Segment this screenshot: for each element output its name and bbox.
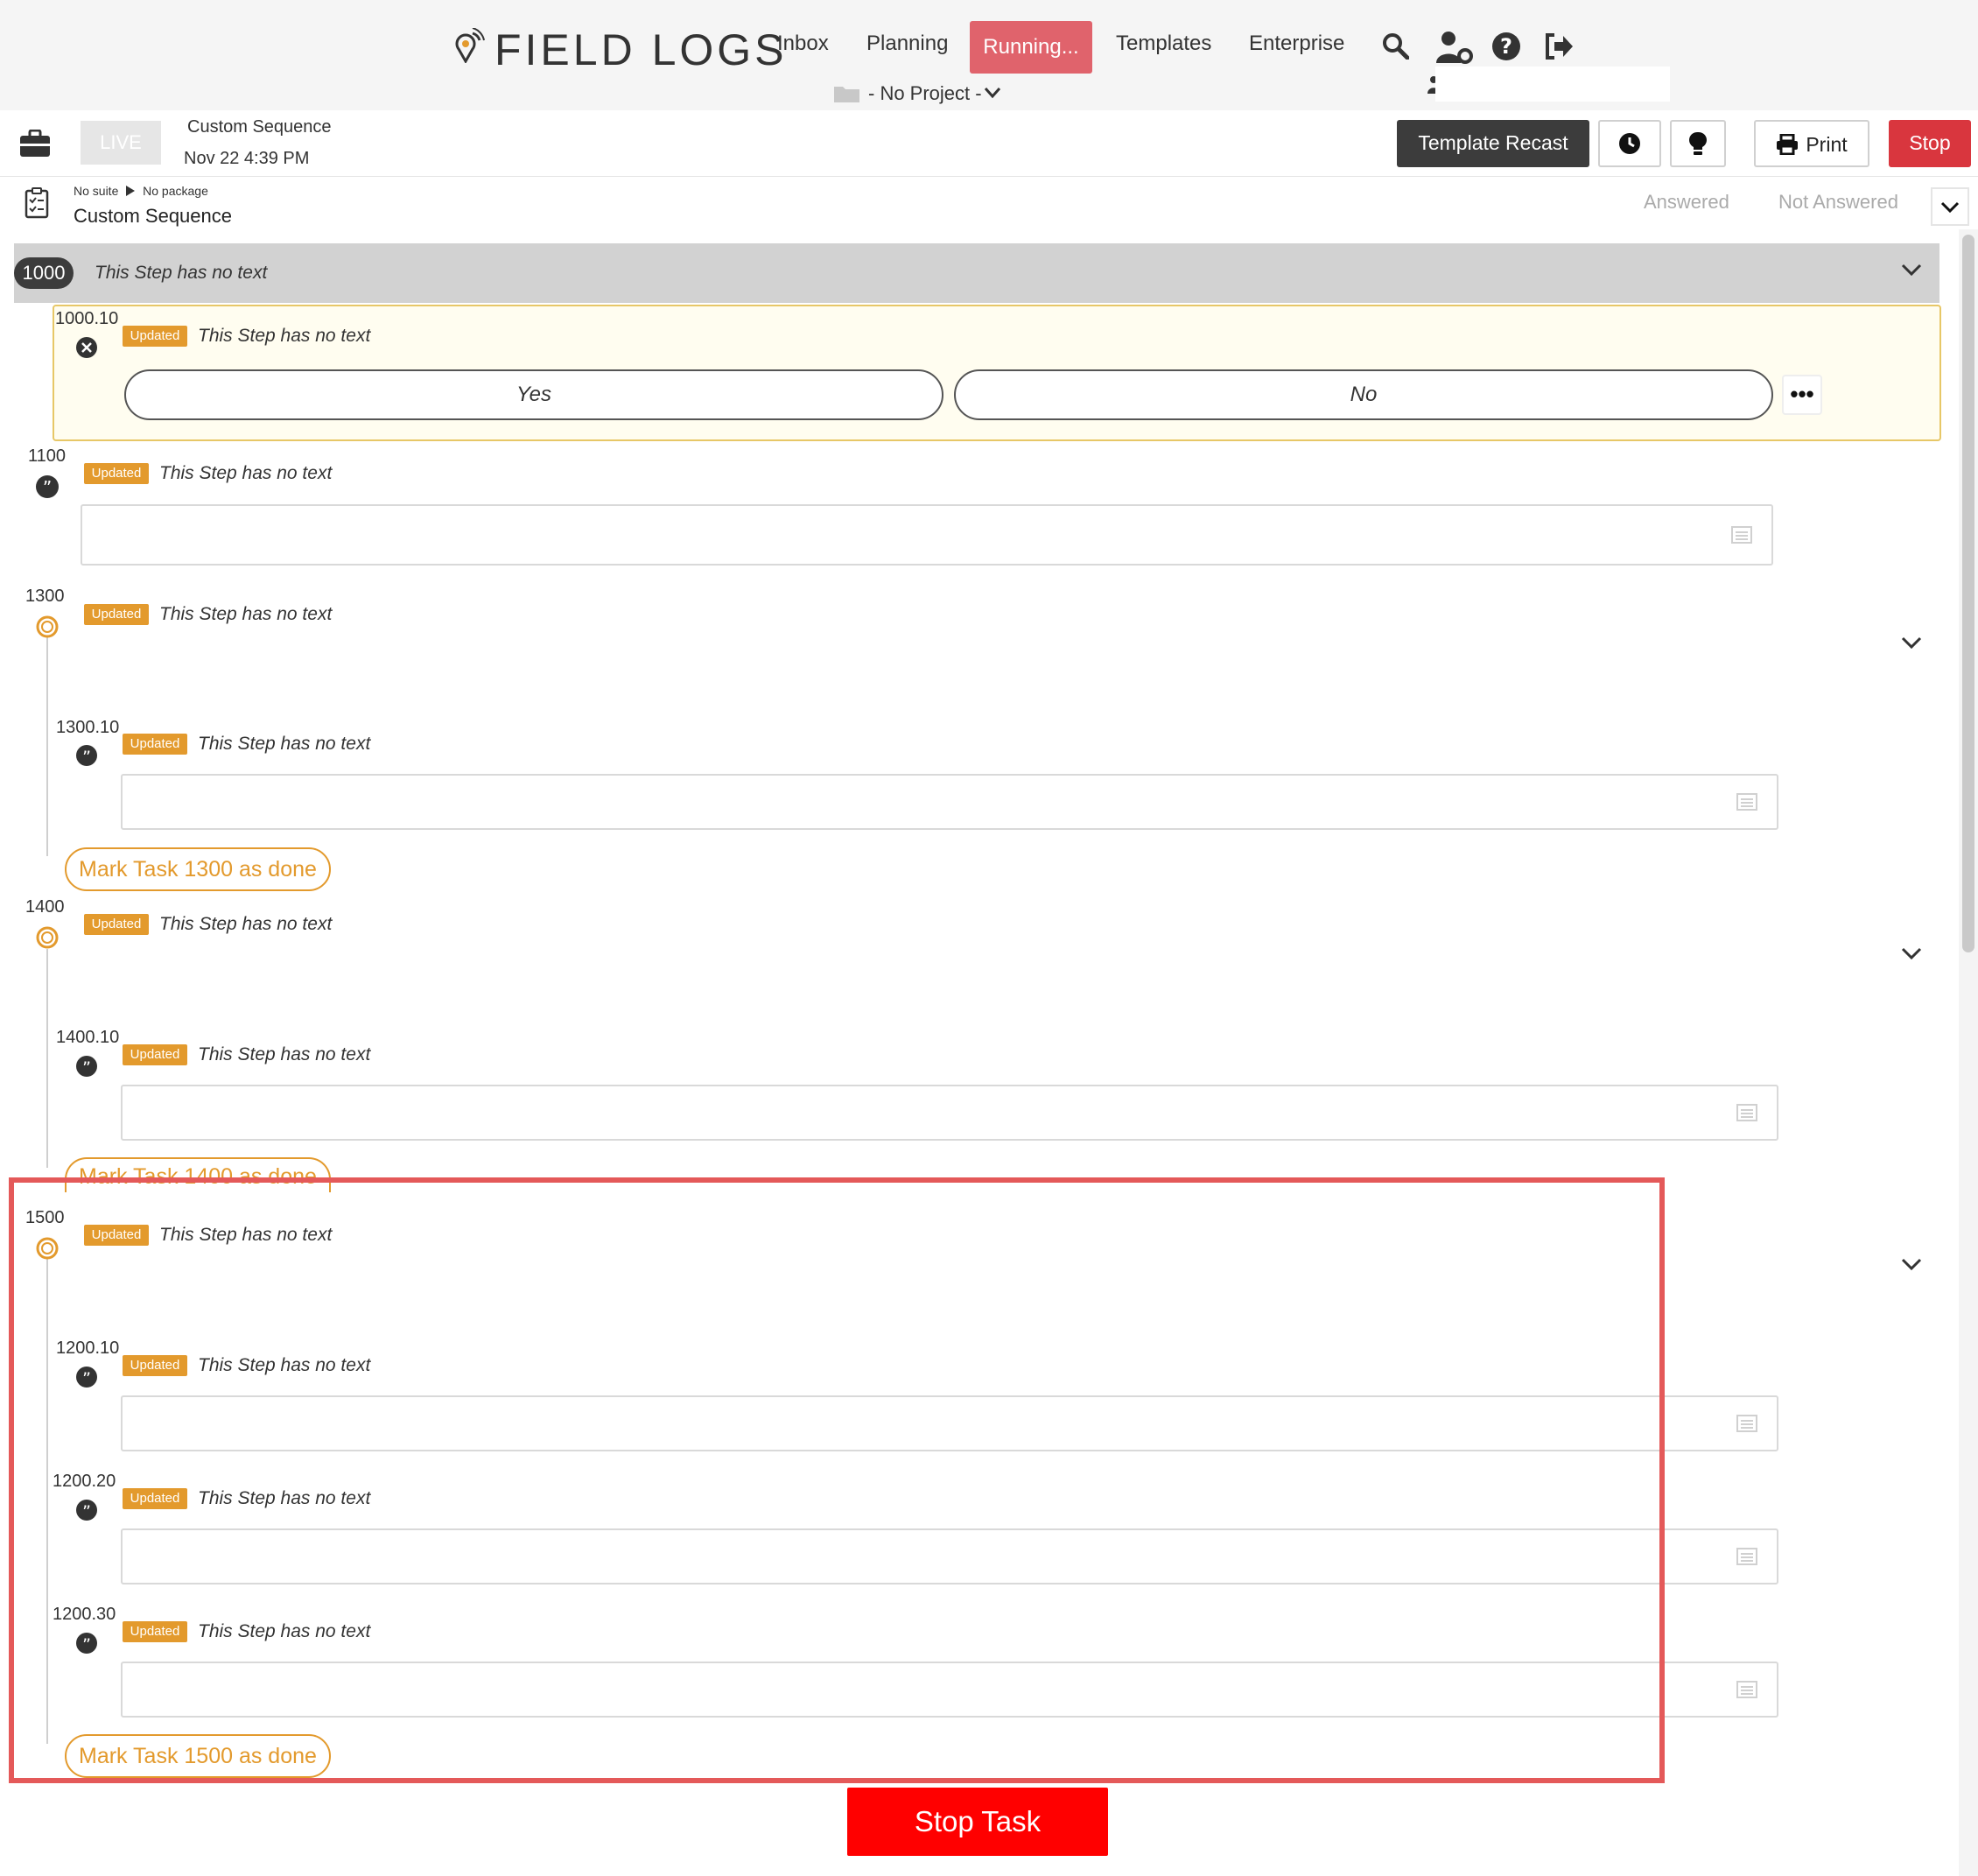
filter-answered[interactable]: Answered <box>1644 191 1729 214</box>
printer-icon <box>1777 133 1799 156</box>
text-answer-icon: ” <box>76 1056 97 1078</box>
svg-text:”: ” <box>43 477 52 498</box>
help-icon[interactable]: ? <box>1491 32 1521 61</box>
more-options-button[interactable]: ••• <box>1782 375 1822 415</box>
step-1000-10-text: This Step has no text <box>198 326 371 346</box>
step-number-1400-10: 1400.10 <box>56 1028 120 1047</box>
user-name-field[interactable] <box>1435 67 1670 102</box>
step-number-1000-10: 1000.10 <box>55 309 119 328</box>
step-1000-header[interactable] <box>14 243 1939 303</box>
stop-task-button[interactable]: Stop Task <box>847 1788 1108 1856</box>
step-1300-10-text: This Step has no text <box>198 734 371 754</box>
yes-button[interactable]: Yes <box>124 369 943 420</box>
highlight-box <box>9 1177 1665 1783</box>
page-title: Custom Sequence <box>74 205 232 227</box>
collapse-chevron-icon[interactable] <box>1901 636 1922 650</box>
nav-inbox[interactable]: Inbox <box>777 32 829 56</box>
breadcrumb-suite[interactable]: No suite <box>74 184 118 198</box>
step-1000-text: This Step has no text <box>95 263 268 283</box>
step-1400-10-text: This Step has no text <box>198 1044 371 1064</box>
updated-badge: Updated <box>84 463 149 484</box>
svg-text:”: ” <box>82 1058 91 1078</box>
scrollbar-thumb[interactable] <box>1962 235 1974 952</box>
notes-icon[interactable] <box>1731 526 1752 544</box>
nav-templates[interactable]: Templates <box>1116 32 1211 56</box>
step-1100-text: This Step has no text <box>159 463 333 483</box>
print-label: Print <box>1806 133 1848 156</box>
yes-no-icon <box>76 337 97 358</box>
notes-icon[interactable] <box>1736 1415 1757 1432</box>
svg-text:”: ” <box>82 748 91 767</box>
no-button[interactable]: No <box>954 369 1773 420</box>
filter-not-answered[interactable]: Not Answered <box>1778 191 1898 214</box>
project-selector[interactable]: - No Project - <box>868 82 982 105</box>
sequence-date: Nov 22 4:39 PM <box>184 149 310 168</box>
breadcrumb-package[interactable]: No package <box>143 184 208 198</box>
updated-badge: Updated <box>123 1044 187 1065</box>
notes-icon[interactable] <box>1736 1104 1757 1121</box>
logout-icon[interactable] <box>1544 33 1574 60</box>
briefcase-icon[interactable] <box>19 130 51 158</box>
step-number-1300: 1300 <box>25 587 65 606</box>
sequence-title: Custom Sequence <box>187 117 332 137</box>
template-recast-button[interactable]: Template Recast <box>1397 120 1589 167</box>
step-1400-connector <box>46 949 48 1168</box>
print-button[interactable]: Print <box>1754 120 1869 167</box>
collapse-chevron-icon[interactable] <box>1901 946 1922 960</box>
text-answer-icon: ” <box>76 745 97 767</box>
stop-button[interactable]: Stop <box>1889 120 1971 167</box>
live-badge: LIVE <box>81 121 161 165</box>
hint-button[interactable] <box>1670 120 1726 167</box>
updated-badge: Updated <box>84 914 149 935</box>
nav-running[interactable]: Running... <box>970 21 1092 74</box>
text-answer-icon: ” <box>36 475 59 498</box>
top-navigation: FIELD LOGS Inbox Planning Running... Tem… <box>0 0 1978 110</box>
step-1400-10-answer-input[interactable] <box>121 1085 1778 1141</box>
notes-icon[interactable] <box>1736 793 1757 811</box>
chevron-down-icon[interactable] <box>984 86 1001 100</box>
filter-dropdown-toggle[interactable] <box>1931 187 1969 226</box>
nav-planning[interactable]: Planning <box>866 32 948 56</box>
task-status-circle-icon <box>36 926 59 949</box>
updated-badge: Updated <box>123 734 187 755</box>
collapse-chevron-icon[interactable] <box>1901 263 1922 277</box>
updated-badge: Updated <box>123 326 187 347</box>
checklist-icon <box>25 187 49 219</box>
step-number-1400: 1400 <box>25 897 65 917</box>
task-status-circle-icon <box>36 615 59 638</box>
breadcrumb: No suite No package <box>74 184 208 198</box>
collapse-chevron-icon[interactable] <box>1901 1257 1922 1271</box>
step-1300-text: This Step has no text <box>159 604 333 624</box>
nav-enterprise[interactable]: Enterprise <box>1249 32 1344 56</box>
notes-icon[interactable] <box>1736 1681 1757 1698</box>
updated-badge: Updated <box>84 604 149 625</box>
step-1100-answer-input[interactable] <box>81 504 1773 566</box>
lightbulb-icon <box>1689 131 1707 155</box>
field-logs-logo-icon <box>455 28 485 63</box>
step-number-1100: 1100 <box>28 446 67 466</box>
project-folder-icon <box>834 87 859 102</box>
step-number-1300-10: 1300.10 <box>56 718 120 737</box>
step-1300-connector <box>46 637 48 856</box>
clock-icon <box>1619 133 1640 154</box>
brand-name: FIELD LOGS <box>494 25 788 74</box>
history-button[interactable] <box>1598 120 1661 167</box>
step-1300-10-answer-input[interactable] <box>121 774 1778 830</box>
notes-icon[interactable] <box>1736 1548 1757 1565</box>
step-number-1000: 1000 <box>14 257 74 289</box>
mark-task-1300-done-button[interactable]: Mark Task 1300 as done <box>65 847 331 891</box>
search-icon[interactable] <box>1381 32 1409 60</box>
play-arrow-icon <box>126 186 136 196</box>
chevron-down-icon <box>1940 201 1960 214</box>
user-settings-icon[interactable] <box>1435 30 1474 65</box>
step-1400-text: This Step has no text <box>159 914 333 934</box>
svg-text:?: ? <box>1500 34 1512 59</box>
